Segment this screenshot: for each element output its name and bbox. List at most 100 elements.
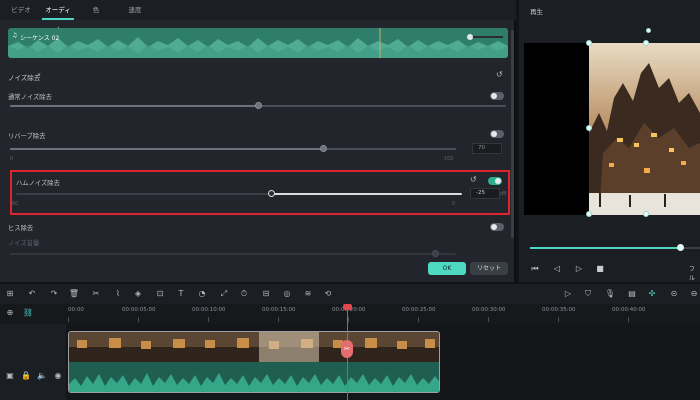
- play-icon[interactable]: ▷: [574, 264, 584, 274]
- video-track-icon: ▣: [6, 371, 14, 380]
- playhead-handle[interactable]: [343, 304, 352, 310]
- hiss-label: ヒス除去: [8, 225, 34, 232]
- reverb-min: 0: [10, 156, 14, 162]
- lock-icon[interactable]: 🔒: [20, 370, 32, 382]
- crop-icon[interactable]: ⊡: [154, 288, 166, 300]
- noise-section-title: ノイズ除去: [8, 74, 41, 82]
- tab-speed[interactable]: 速度: [118, 0, 152, 20]
- reverb-slider-knob[interactable]: [320, 145, 327, 152]
- hiss-volume-label: ノイズ音量: [8, 240, 40, 247]
- player-title: 再生: [530, 8, 543, 16]
- hum-unit: dB: [500, 191, 507, 197]
- normal-noise-slider-fill: [10, 105, 258, 107]
- video-clip[interactable]: [68, 331, 440, 393]
- music-icon: ♫: [12, 32, 18, 39]
- delete-icon[interactable]: 🗑: [68, 288, 80, 300]
- tick: [628, 317, 629, 322]
- tick: [418, 317, 419, 322]
- grid-icon[interactable]: ⊞: [4, 288, 16, 300]
- stabilize-icon[interactable]: ⟲: [322, 288, 334, 300]
- speed-icon[interactable]: ◔: [196, 288, 208, 300]
- tab-bar: ビデオ オーディオ 色 速度: [0, 0, 516, 34]
- crop-handle-bottom[interactable]: [643, 211, 649, 217]
- hum-value-field[interactable]: -25: [470, 188, 500, 199]
- hum-noise-toggle[interactable]: [488, 177, 502, 185]
- hum-noise-label: ハムノイズ除去: [16, 180, 60, 187]
- render-icon[interactable]: ▷: [562, 288, 574, 300]
- tick-label: 00:00:15:00: [262, 307, 296, 313]
- preview-image[interactable]: [589, 43, 700, 215]
- crop-handle-top[interactable]: [643, 40, 649, 46]
- captions-icon[interactable]: ▤: [626, 288, 638, 300]
- waveform-title: シーケンス 02: [20, 35, 60, 42]
- speaker-icon[interactable]: 🔈: [36, 370, 48, 382]
- frame-back-icon[interactable]: ◁: [552, 264, 562, 274]
- freeze-icon[interactable]: ⊟: [260, 288, 272, 300]
- reverb-value-field[interactable]: 70: [472, 143, 502, 154]
- eye-icon[interactable]: ◉: [52, 370, 64, 382]
- tick-label: 00:00:25:00: [402, 307, 436, 313]
- tick: [278, 317, 279, 322]
- text-icon[interactable]: T: [175, 288, 187, 300]
- mic-icon[interactable]: 🎙: [604, 288, 616, 300]
- color-icon[interactable]: ◎: [281, 288, 293, 300]
- link-icon[interactable]: ⛓: [22, 307, 34, 319]
- reverb-slider-fill: [10, 148, 322, 150]
- hiss-toggle[interactable]: [490, 223, 504, 231]
- track-header: [0, 324, 66, 400]
- tick-label: 00:00:10:00: [192, 307, 226, 313]
- hiss-slider-track[interactable]: [10, 253, 456, 255]
- scissors-icon[interactable]: ✂: [341, 340, 353, 358]
- reset-icon[interactable]: ↺: [496, 70, 503, 79]
- full-screen-label[interactable]: フル: [689, 264, 700, 282]
- reverb-label: リバーブ除去: [8, 133, 46, 140]
- hum-reset-icon[interactable]: ↺: [470, 175, 477, 184]
- snap-icon[interactable]: ✣: [646, 288, 658, 300]
- crop-handle-top-left[interactable]: [586, 40, 592, 46]
- tab-audio[interactable]: オーディオ: [42, 0, 74, 34]
- tag-icon[interactable]: ◈: [132, 288, 144, 300]
- reset-button[interactable]: リセット: [470, 262, 508, 275]
- tick: [558, 317, 559, 322]
- tick: [208, 317, 209, 322]
- tick-label: 00:00: [68, 307, 84, 313]
- normal-noise-toggle[interactable]: [490, 92, 504, 100]
- crop-handle-bottom-left[interactable]: [586, 211, 592, 217]
- timer-icon[interactable]: ⏱: [238, 288, 250, 300]
- transform-icon[interactable]: ⤢: [218, 288, 230, 300]
- tick-label: 00:00:40:00: [612, 307, 646, 313]
- reverb-max: 100: [444, 156, 454, 162]
- active-tab-indicator: [42, 18, 74, 20]
- rotate-handle[interactable]: [646, 28, 651, 33]
- tick: [138, 317, 139, 322]
- undo-icon[interactable]: ↶: [26, 288, 38, 300]
- redo-icon[interactable]: ↷: [48, 288, 60, 300]
- cut-icon[interactable]: ✂: [90, 288, 102, 300]
- zoom-out-icon[interactable]: ⊖: [688, 288, 700, 300]
- normal-noise-slider-knob[interactable]: [255, 102, 262, 109]
- tab-color[interactable]: 色: [82, 0, 110, 20]
- crop-handle-left[interactable]: [586, 125, 592, 131]
- hum-noise-slider-fill: [272, 193, 462, 195]
- clip-thumbnails: [69, 332, 439, 362]
- playback-knob[interactable]: [677, 244, 684, 251]
- tab-video[interactable]: ビデオ: [6, 0, 36, 20]
- hum-noise-slider-knob[interactable]: [268, 190, 275, 197]
- shield-icon[interactable]: ⛉: [582, 288, 594, 300]
- step-back-icon[interactable]: ⏮: [530, 264, 540, 274]
- split-icon[interactable]: ⌇: [112, 288, 124, 300]
- audio-waveform[interactable]: ♫ シーケンス 02: [8, 28, 508, 58]
- tick: [68, 317, 69, 322]
- playback-progress: [530, 247, 680, 249]
- ok-button[interactable]: OK: [428, 262, 466, 275]
- stop-icon[interactable]: ■: [595, 264, 605, 274]
- hiss-slider-knob[interactable]: [432, 250, 439, 257]
- normal-noise-label: 通常ノイズ除去: [8, 94, 52, 101]
- reverb-toggle[interactable]: [490, 130, 504, 138]
- add-track-icon[interactable]: ⊕: [4, 307, 16, 319]
- panel-scrollbar[interactable]: [511, 30, 514, 238]
- chevron-down-icon[interactable]: ▾: [38, 72, 41, 78]
- fit-icon[interactable]: ⊝: [668, 288, 680, 300]
- timeline-toolbar: [0, 284, 700, 304]
- audio-adjust-icon[interactable]: ≋: [302, 288, 314, 300]
